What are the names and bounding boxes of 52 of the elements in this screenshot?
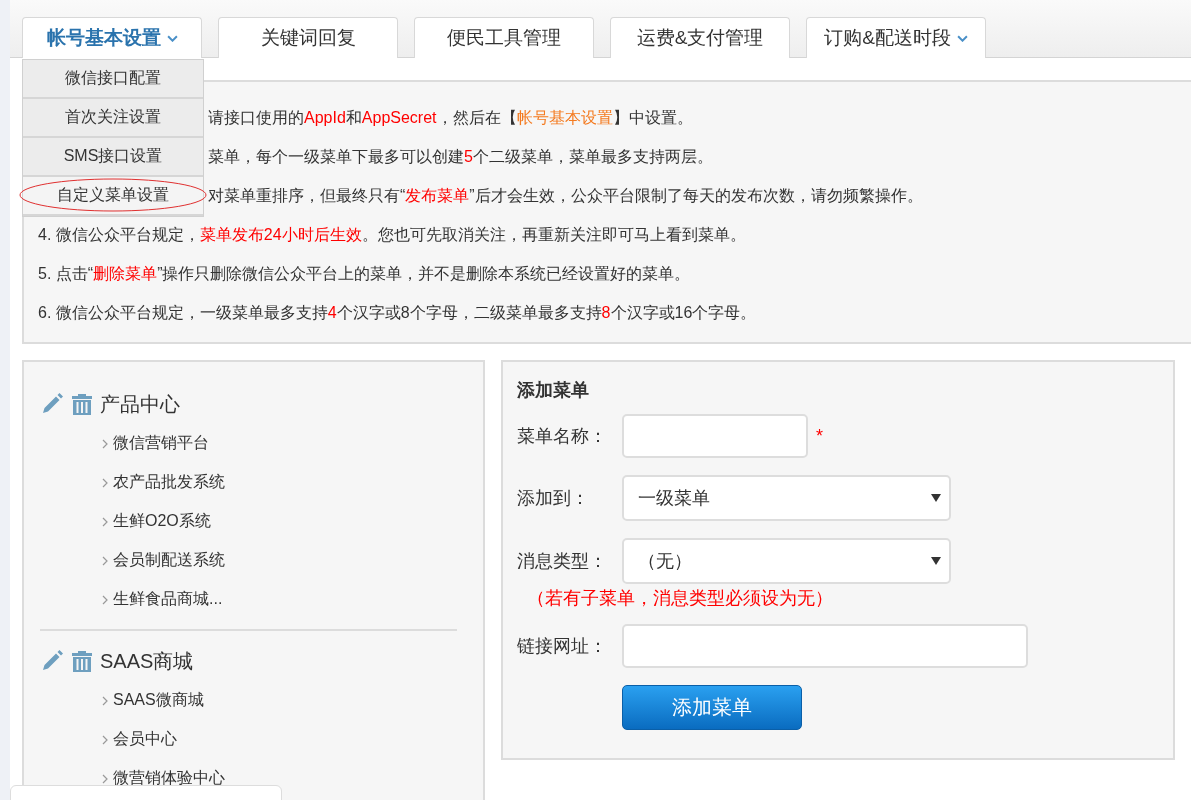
caret-icon: [956, 34, 968, 42]
tab[interactable]: 帐号基本设置: [22, 17, 202, 58]
text-field[interactable]: [622, 624, 1028, 668]
submenu-item[interactable]: 生鲜食品商城...: [40, 580, 467, 619]
note-line: 5. 点击“删除菜单”操作只删除微信公众平台上的菜单，并不是删除本系统已经设置好的菜单。: [38, 264, 691, 284]
chevron-icon: [102, 438, 108, 449]
trash-icon[interactable]: [70, 649, 94, 673]
tab[interactable]: 关键词回复: [218, 17, 398, 58]
submenu-item[interactable]: 生鲜O2O系统: [40, 502, 467, 541]
select-field[interactable]: 一级菜单: [622, 475, 951, 521]
field-label: 链接网址：: [517, 635, 608, 658]
menu-item[interactable]: 微信接口配置: [23, 60, 203, 99]
pencil-icon[interactable]: [40, 392, 64, 416]
field-label: 消息类型：: [517, 550, 608, 573]
tab[interactable]: 订购&配送时段: [806, 17, 986, 58]
pencil-icon[interactable]: [40, 649, 64, 673]
dropdown-arrow-icon: [931, 494, 941, 502]
menu-item[interactable]: SMS接口设置: [23, 138, 203, 177]
submenu-item[interactable]: 会员中心: [40, 720, 467, 759]
field-label: 菜单名称：: [517, 425, 608, 448]
note-line: 菜单，每个一级菜单下最多可以创建5个二级菜单，菜单最多支持两层。: [208, 147, 713, 167]
chevron-icon: [102, 516, 108, 527]
submenu-item[interactable]: 会员制配送系统: [40, 541, 467, 580]
select-field[interactable]: （无）: [622, 538, 951, 584]
hint-text: （若有子菜单，消息类型必须设为无）: [527, 587, 834, 610]
note-line: 请接口使用的AppId和AppSecret，然后在【帐号基本设置】中设置。: [208, 108, 693, 128]
add-menu-button[interactable]: 添加菜单: [622, 685, 802, 730]
note-line: 对菜单重排序，但最终只有“发布菜单”后才会生效，公众平台限制了每天的发布次数，请勿频繁操作。: [208, 186, 923, 206]
tab[interactable]: 便民工具管理: [414, 17, 594, 58]
note-line: 6. 微信公众平台规定，一级菜单最多支持4个汉字或8个字母，二级菜单最多支持8个汉字或16个字母。: [38, 303, 757, 323]
menu-item[interactable]: 首次关注设置: [23, 99, 203, 138]
submenu-item[interactable]: SAAS微商城: [40, 681, 467, 720]
required-mark: *: [816, 425, 823, 447]
chevron-icon: [102, 594, 108, 605]
field-label: 添加到：: [517, 487, 590, 510]
menu-group-label[interactable]: SAAS商城: [100, 647, 194, 675]
caret-icon: [166, 34, 178, 42]
note-line: 4. 微信公众平台规定，菜单发布24小时后生效。您也可先取消关注，再重新关注即可马上看到菜单。: [38, 225, 746, 245]
tab[interactable]: 运费&支付管理: [610, 17, 790, 58]
chevron-icon: [102, 695, 108, 706]
chevron-icon: [102, 477, 108, 488]
text-field[interactable]: [622, 414, 808, 458]
dropdown-arrow-icon: [931, 557, 941, 565]
trash-icon[interactable]: [70, 392, 94, 416]
chevron-icon: [102, 773, 108, 784]
chevron-icon: [102, 555, 108, 566]
submenu-item[interactable]: 微信营销平台: [40, 424, 467, 463]
form-title: 添加菜单: [517, 379, 590, 402]
chevron-icon: [102, 734, 108, 745]
menu-group-label[interactable]: 产品中心: [100, 390, 180, 418]
submenu-item[interactable]: 农产品批发系统: [40, 463, 467, 502]
submenu-item[interactable]: 微营销体验中心: [40, 759, 467, 798]
